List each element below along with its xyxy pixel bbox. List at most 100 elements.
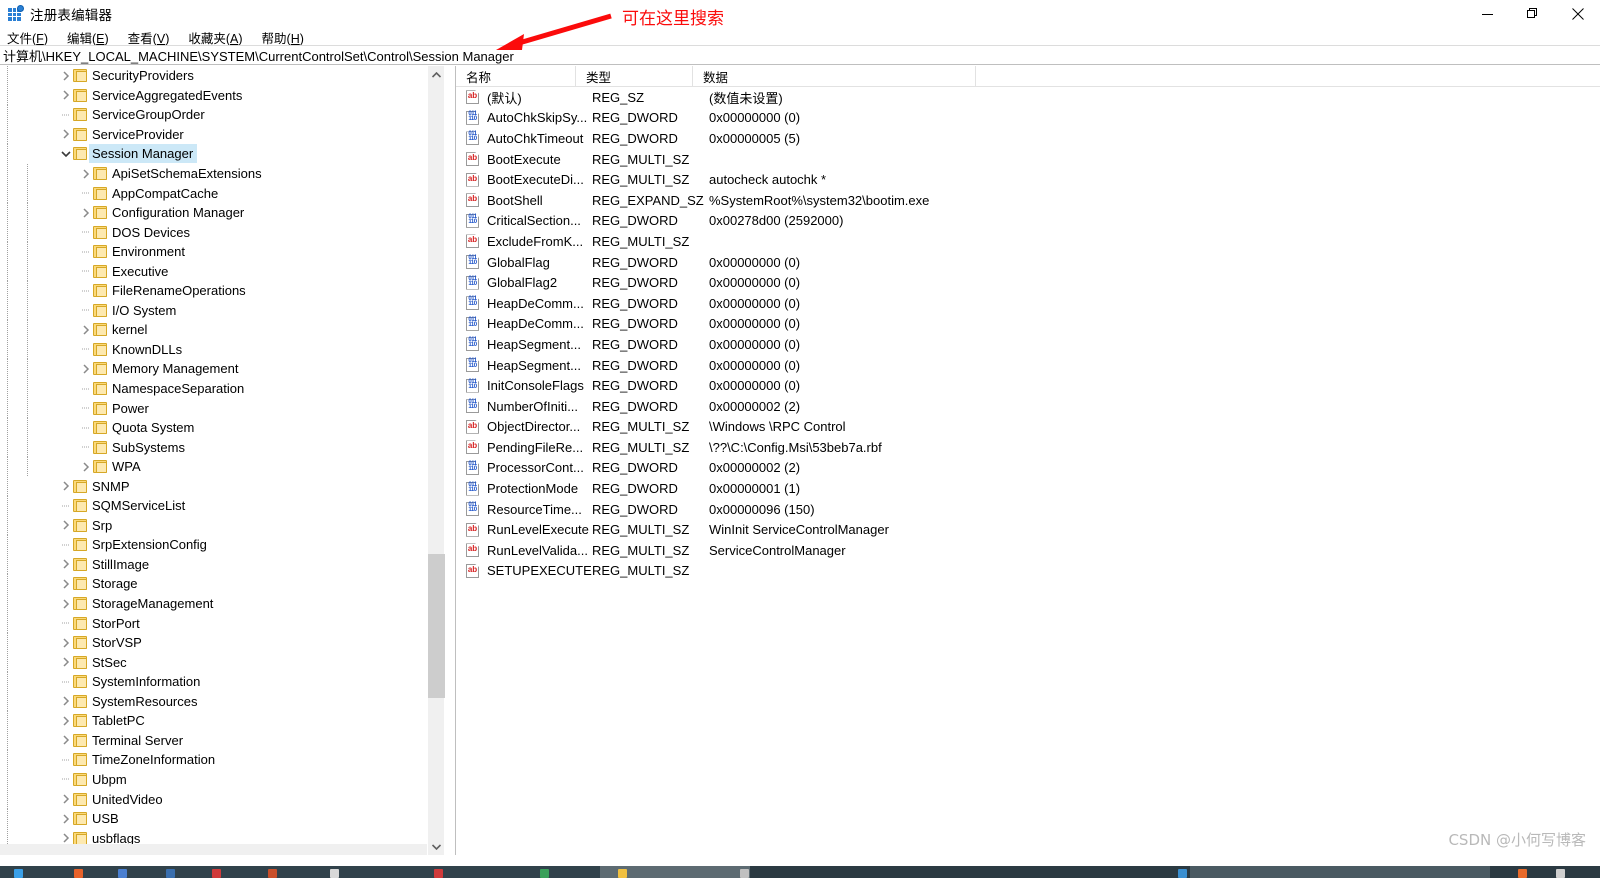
chevron-right-icon[interactable] [58, 711, 73, 730]
tree-item-apisetschemaextensions[interactable]: ApiSetSchemaExtensions [0, 164, 430, 184]
taskbar-icon-6[interactable] [268, 869, 277, 878]
taskbar-icon-2[interactable] [74, 869, 83, 878]
chevron-right-icon[interactable] [58, 477, 73, 496]
tree-item-timezoneinformation[interactable]: TimeZoneInformation [0, 750, 430, 770]
tree-item-kernel[interactable]: kernel [0, 320, 430, 340]
chevron-right-icon[interactable] [58, 809, 73, 828]
tree-item-sqmservicelist[interactable]: SQMServiceList [0, 496, 430, 516]
tree-item-srp[interactable]: Srp [0, 515, 430, 536]
tree-item-subsystems[interactable]: SubSystems [0, 437, 430, 457]
menu-item-1[interactable]: 文件(F) [7, 28, 48, 47]
chevron-right-icon[interactable] [78, 457, 93, 476]
value-row[interactable]: ab ExcludeFromK... REG_MULTI_SZ [456, 231, 1600, 252]
scroll-down-icon[interactable] [428, 838, 445, 855]
value-row[interactable]: 011 110 ResourceTime... REG_DWORD 0x00000096… [456, 499, 1600, 520]
value-row[interactable]: ab PendingFileRe... REG_MULTI_SZ \??\C:\Con… [456, 437, 1600, 458]
column-header-data[interactable]: 数据 [693, 66, 976, 87]
taskbar-icon-11[interactable] [740, 869, 749, 878]
tree-item-storage[interactable]: Storage [0, 574, 430, 594]
taskbar-icon-13[interactable] [1518, 869, 1527, 878]
tree-item-systemresources[interactable]: SystemResources [0, 691, 430, 712]
taskbar-icon-3[interactable] [118, 869, 127, 878]
tree-item-usb[interactable]: USB [0, 809, 430, 829]
chevron-right-icon[interactable] [58, 731, 73, 750]
value-row[interactable]: 011 110 InitConsoleFlags REG_DWORD 0x0000000… [456, 375, 1600, 396]
tree-item-storagemanagement[interactable]: StorageManagement [0, 594, 430, 614]
chevron-right-icon[interactable] [58, 633, 73, 652]
chevron-right-icon[interactable] [58, 125, 73, 144]
taskbar-icon-1[interactable] [14, 869, 23, 878]
tree-item-storport[interactable]: StorPort [0, 613, 430, 633]
value-row[interactable]: 011 110 ProcessorCont... REG_DWORD 0x0000000… [456, 458, 1600, 479]
chevron-right-icon[interactable] [58, 692, 73, 711]
taskbar-icon-10[interactable] [618, 869, 627, 878]
chevron-right-icon[interactable] [58, 66, 73, 85]
taskbar-icon-7[interactable] [330, 869, 339, 878]
column-header-name[interactable]: 名称 [456, 66, 576, 87]
tree-item-session-manager[interactable]: Session Manager [0, 144, 430, 164]
taskbar-icon-8[interactable] [434, 869, 443, 878]
tree-item-filerenameoperations[interactable]: FileRenameOperations [0, 281, 430, 301]
value-row[interactable]: 011 110 HeapDeComm... REG_DWORD 0x00000000 (… [456, 314, 1600, 335]
value-row[interactable]: ab SETUPEXECUTE REG_MULTI_SZ [456, 561, 1600, 582]
close-button[interactable] [1555, 0, 1600, 28]
tree-item-ubpm[interactable]: Ubpm [0, 769, 430, 790]
value-row[interactable]: 011 110 HeapSegment... REG_DWORD 0x00000000 … [456, 334, 1600, 355]
column-header-type[interactable]: 类型 [576, 66, 693, 87]
tree-horizontal-scrollbar[interactable] [0, 844, 443, 855]
tree-item-securityproviders[interactable]: SecurityProviders [0, 66, 430, 86]
tree-item-quota-system[interactable]: Quota System [0, 418, 430, 438]
taskbar-icon-4[interactable] [166, 869, 175, 878]
value-row[interactable]: 011 110 ProtectionMode REG_DWORD 0x00000001 … [456, 478, 1600, 499]
value-row[interactable]: ab BootExecute REG_MULTI_SZ [456, 149, 1600, 170]
tree-item-appcompatcache[interactable]: AppCompatCache [0, 183, 430, 203]
tree-item-executive[interactable]: Executive [0, 261, 430, 281]
chevron-right-icon[interactable] [78, 359, 93, 378]
minimize-button[interactable] [1465, 0, 1510, 28]
value-row[interactable]: 011 110 NumberOfIniti... REG_DWORD 0x0000000… [456, 396, 1600, 417]
tree-item-tabletpc[interactable]: TabletPC [0, 711, 430, 731]
tree-item-snmp[interactable]: SNMP [0, 476, 430, 496]
tree-item-stillimage[interactable]: StillImage [0, 554, 430, 575]
value-row[interactable]: 011 110 HeapSegment... REG_DWORD 0x00000000 … [456, 355, 1600, 376]
value-row[interactable]: ab ObjectDirector... REG_MULTI_SZ \Windows … [456, 417, 1600, 438]
chevron-right-icon[interactable] [58, 594, 73, 613]
tree-item-servicegrouporder[interactable]: ServiceGroupOrder [0, 105, 430, 125]
value-list-rows[interactable]: ab (默认) REG_SZ (数值未设置) 011 110 AutoChkSkipSy..… [456, 87, 1600, 581]
registry-tree-pane[interactable]: SecurityProviders ServiceAggregatedEvents… [0, 66, 444, 855]
tree-item-i-o-system[interactable]: I/O System [0, 300, 430, 321]
maximize-restore-button[interactable] [1510, 0, 1555, 28]
scroll-up-icon[interactable] [428, 66, 445, 83]
value-row[interactable]: ab RunLevelValida... REG_MULTI_SZ ServiceCo… [456, 540, 1600, 561]
taskbar-icon-14[interactable] [1556, 869, 1565, 878]
value-row[interactable]: 011 110 GlobalFlag2 REG_DWORD 0x00000000 (0) [456, 272, 1600, 293]
chevron-right-icon[interactable] [58, 555, 73, 574]
value-row[interactable]: 011 110 AutoChkSkipSy... REG_DWORD 0x0000000… [456, 108, 1600, 129]
chevron-right-icon[interactable] [58, 574, 73, 593]
chevron-down-icon[interactable] [58, 144, 73, 163]
address-path-text[interactable]: 计算机\HKEY_LOCAL_MACHINE\SYSTEM\CurrentCon… [3, 46, 514, 65]
tree-item-memory-management[interactable]: Memory Management [0, 359, 430, 379]
tree-item-stsec[interactable]: StSec [0, 652, 430, 672]
chevron-right-icon[interactable] [78, 320, 93, 339]
desktop-taskbar[interactable] [0, 866, 1600, 878]
taskbar-icon-5[interactable] [212, 869, 221, 878]
menu-item-4[interactable]: 收藏夹(A) [188, 28, 242, 47]
tree-item-srpextensionconfig[interactable]: SrpExtensionConfig [0, 535, 430, 555]
tree-item-knowndlls[interactable]: KnownDLLs [0, 339, 430, 360]
chevron-right-icon[interactable] [58, 516, 73, 535]
tree-vertical-scrollbar[interactable] [427, 66, 445, 855]
tree-item-unitedvideo[interactable]: UnitedVideo [0, 789, 430, 809]
tree-item-systeminformation[interactable]: SystemInformation [0, 672, 430, 692]
value-row[interactable]: 011 110 GlobalFlag REG_DWORD 0x00000000 (0) [456, 252, 1600, 273]
menu-item-2[interactable]: 编辑(E) [67, 28, 109, 47]
chevron-right-icon[interactable] [78, 203, 93, 222]
chevron-right-icon[interactable] [78, 164, 93, 183]
tree-item-terminal-server[interactable]: Terminal Server [0, 730, 430, 751]
tree-item-serviceprovider[interactable]: ServiceProvider [0, 124, 430, 145]
menu-item-3[interactable]: 查看(V) [128, 28, 170, 47]
chevron-right-icon[interactable] [58, 790, 73, 809]
tree-item-power[interactable]: Power [0, 398, 430, 418]
menu-item-5[interactable]: 帮助(H) [262, 28, 304, 47]
tree-item-wpa[interactable]: WPA [0, 457, 430, 477]
